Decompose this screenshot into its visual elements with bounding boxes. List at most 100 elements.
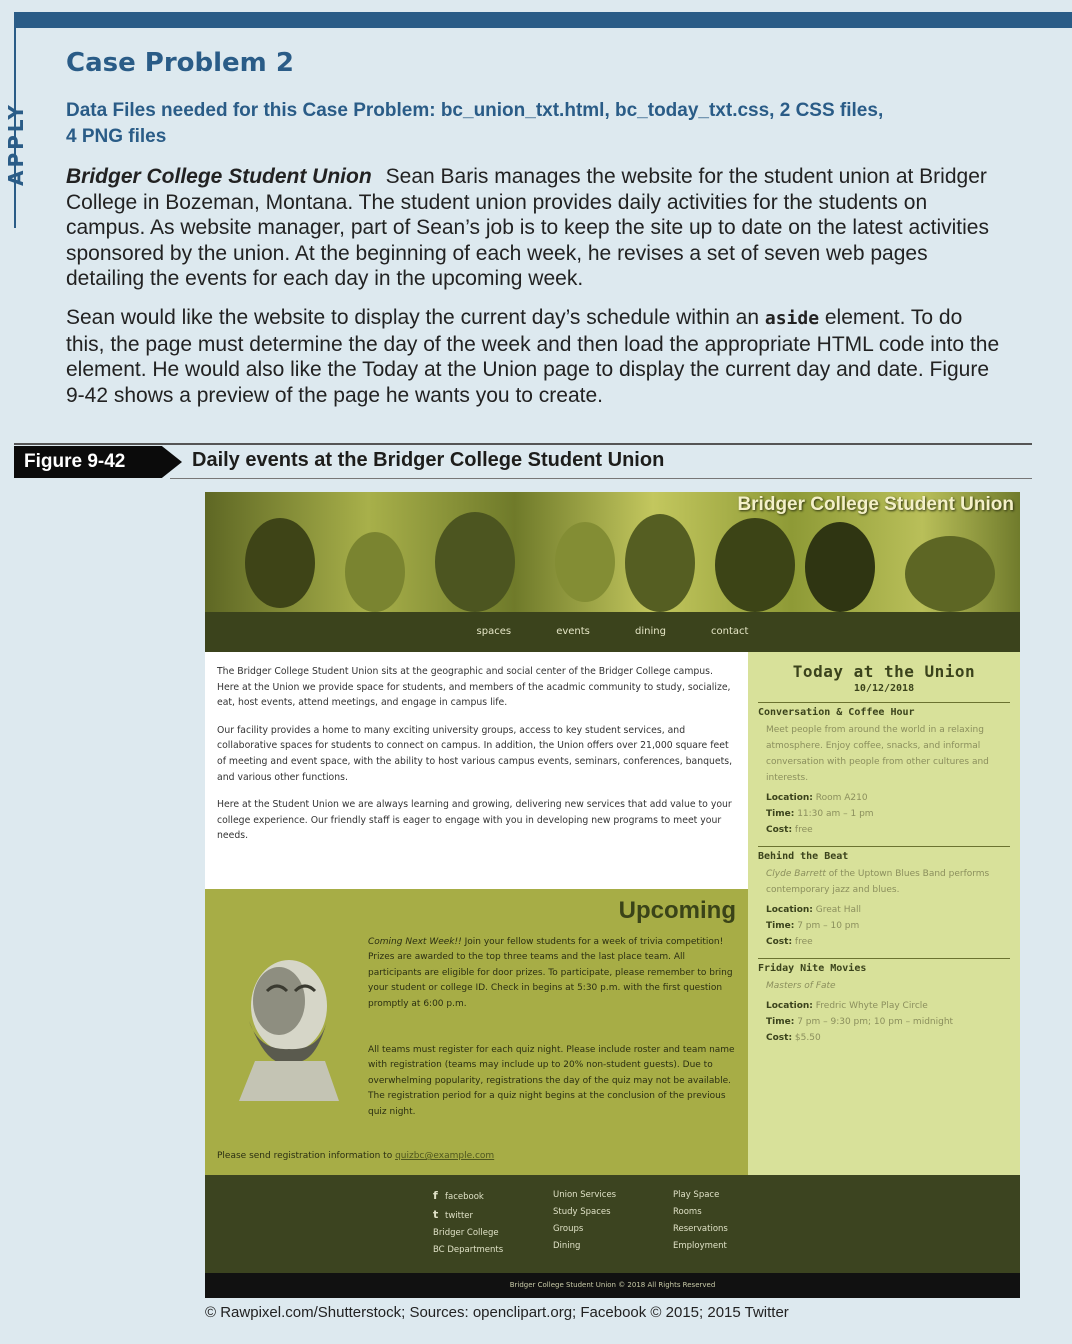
location-value: Room A210: [815, 793, 868, 803]
figure-caption: Daily events at the Bridger College Stud…: [192, 449, 665, 471]
footer-link[interactable]: Play Space: [673, 1187, 728, 1204]
code-aside: aside: [764, 308, 820, 329]
time-label: Time:: [766, 809, 795, 819]
event-description: Meet people from around the world in a r…: [766, 725, 989, 783]
site-nav: spaces events dining contact: [205, 612, 1020, 652]
student-photo: [245, 518, 315, 608]
footer-link[interactable]: Study Spaces: [553, 1204, 616, 1221]
top-rule: [14, 12, 1072, 28]
today-date: 10/12/2018: [853, 683, 915, 694]
event-time: Time: 7 pm – 10 pm: [758, 918, 1010, 934]
student-photo: [625, 514, 695, 612]
registration-email-link[interactable]: quizbc@example.com: [395, 1151, 494, 1161]
upcoming-paragraph-1: Coming Next Week!! Join your fellow stud…: [368, 935, 740, 1012]
upcoming-text-1: Join your fellow students for a week of …: [368, 937, 733, 1009]
intro-paragraph: Our facility provides a home to many exc…: [217, 724, 733, 783]
event-time: Time: 7 pm – 9:30 pm; 10 pm – midnight: [758, 1014, 1010, 1030]
footer-column-social: f facebook t twitter Bridger College BC De…: [433, 1187, 503, 1259]
location-label: Location:: [766, 905, 813, 915]
intro-section: The Bridger College Student Union sits a…: [205, 652, 748, 889]
event-location: Location: Room A210: [758, 790, 1010, 806]
figure-rule-bottom: [170, 478, 1032, 479]
nav-link-contact[interactable]: contact: [711, 612, 748, 652]
cost-value: $5.50: [794, 1033, 821, 1043]
website-preview: Bridger College Student Union spaces eve…: [205, 492, 1020, 1298]
event-name: Conversation & Coffee Hour: [758, 707, 915, 718]
event-name: Friday Nite Movies: [758, 963, 867, 974]
data-files-note: Data Files needed for this Case Problem:…: [66, 98, 966, 150]
twitter-icon: t: [433, 1208, 439, 1221]
corner-notch: [14, 28, 56, 50]
registration-text: Please send registration information to: [217, 1151, 396, 1161]
problem-paragraph-2: Sean would like the website to display t…: [66, 305, 1006, 408]
figure-rule: [14, 443, 1032, 445]
intro-paragraph: The Bridger College Student Union sits a…: [217, 666, 731, 709]
footer-column-services: Union Services Study Spaces Groups Dinin…: [553, 1187, 616, 1255]
figure-credit: © Rawpixel.com/Shutterstock; Sources: op…: [205, 1304, 789, 1321]
site-copyright: Bridger College Student Union © 2018 All…: [205, 1273, 1020, 1298]
cost-label: Cost:: [766, 937, 793, 947]
footer-link[interactable]: Dining: [553, 1238, 616, 1255]
student-photo: [715, 518, 795, 612]
problem-paragraph-1: Bridger College Student Union Sean Baris …: [66, 164, 1006, 292]
footer-link-facebook[interactable]: f facebook: [433, 1187, 503, 1206]
event-time: Time: 11:30 am – 1 pm: [758, 806, 1010, 822]
footer-column-spaces: Play Space Rooms Reservations Employment: [673, 1187, 728, 1255]
event-description: Clyde Barrett of the Uptown Blues Band p…: [758, 866, 1010, 898]
footer-link-twitter[interactable]: t twitter: [433, 1206, 503, 1225]
location-label: Location:: [766, 1001, 813, 1011]
today-aside: Today at the Union 10/12/2018 Conversati…: [748, 652, 1020, 1175]
event-location: Location: Great Hall: [758, 902, 1010, 918]
student-photo: [555, 522, 615, 602]
footer-link[interactable]: Union Services: [553, 1187, 616, 1204]
cost-label: Cost:: [766, 1033, 793, 1043]
footer-link[interactable]: Bridger College: [433, 1225, 503, 1242]
nav-link-dining[interactable]: dining: [635, 612, 666, 652]
event-item: Friday Nite Movies Masters of Fate Locat…: [758, 958, 1010, 1046]
location-label: Location:: [766, 793, 813, 803]
event-item: Behind the Beat Clyde Barrett of the Upt…: [758, 846, 1010, 950]
nav-link-spaces[interactable]: spaces: [477, 612, 512, 652]
footer-link[interactable]: Rooms: [673, 1204, 728, 1221]
upcoming-section: Upcoming Coming Next Week!! Join your fe…: [205, 889, 748, 1175]
facebook-icon: f: [433, 1189, 438, 1202]
today-title: Today at the Union: [792, 662, 976, 681]
cost-label: Cost:: [766, 825, 793, 835]
footer-link[interactable]: Employment: [673, 1238, 728, 1255]
problem-text-2a: Sean would like the website to display t…: [66, 306, 765, 329]
time-value: 11:30 am – 1 pm: [797, 809, 874, 819]
intro-paragraph: Here at the Student Union we are always …: [217, 799, 732, 842]
time-value: 7 pm – 10 pm: [797, 921, 860, 931]
footer-link[interactable]: Reservations: [673, 1221, 728, 1238]
upcoming-emphasis: Coming Next Week!!: [368, 937, 462, 947]
site-title: Bridger College Student Union: [737, 494, 1014, 515]
footer-link-label: twitter: [445, 1211, 474, 1221]
upcoming-paragraph-2: All teams must register for each quiz ni…: [368, 1045, 735, 1117]
banner-photo: Bridger College Student Union: [205, 492, 1020, 612]
cost-value: free: [794, 825, 813, 835]
student-photo: [805, 522, 875, 612]
event-cost: Cost: free: [758, 934, 1010, 950]
footer-link-label: facebook: [445, 1192, 484, 1202]
statue-bust-icon: [239, 960, 339, 1101]
movie-title: Masters of Fate: [766, 981, 836, 991]
event-cost: Cost: free: [758, 822, 1010, 838]
footer-link[interactable]: BC Departments: [433, 1242, 503, 1259]
footer-link[interactable]: Groups: [553, 1221, 616, 1238]
nav-link-events[interactable]: events: [556, 612, 590, 652]
time-value: 7 pm – 9:30 pm; 10 pm – midnight: [797, 1017, 954, 1027]
event-name: Behind the Beat: [758, 851, 849, 862]
performer-name: Clyde Barrett: [766, 869, 826, 879]
student-photo: [435, 512, 515, 612]
student-photo: [905, 536, 995, 612]
event-cost: Cost: $5.50: [758, 1030, 1010, 1046]
case-title: Case Problem 2: [66, 48, 294, 78]
time-label: Time:: [766, 1017, 795, 1027]
upcoming-title: Upcoming: [618, 897, 736, 924]
student-photo: [345, 532, 405, 612]
event-item: Conversation & Coffee Hour Meet people f…: [758, 702, 1010, 838]
cost-value: free: [794, 937, 813, 947]
apply-label: APPLY: [4, 102, 28, 186]
problem-lead: Bridger College Student Union: [66, 165, 372, 188]
time-label: Time:: [766, 921, 795, 931]
